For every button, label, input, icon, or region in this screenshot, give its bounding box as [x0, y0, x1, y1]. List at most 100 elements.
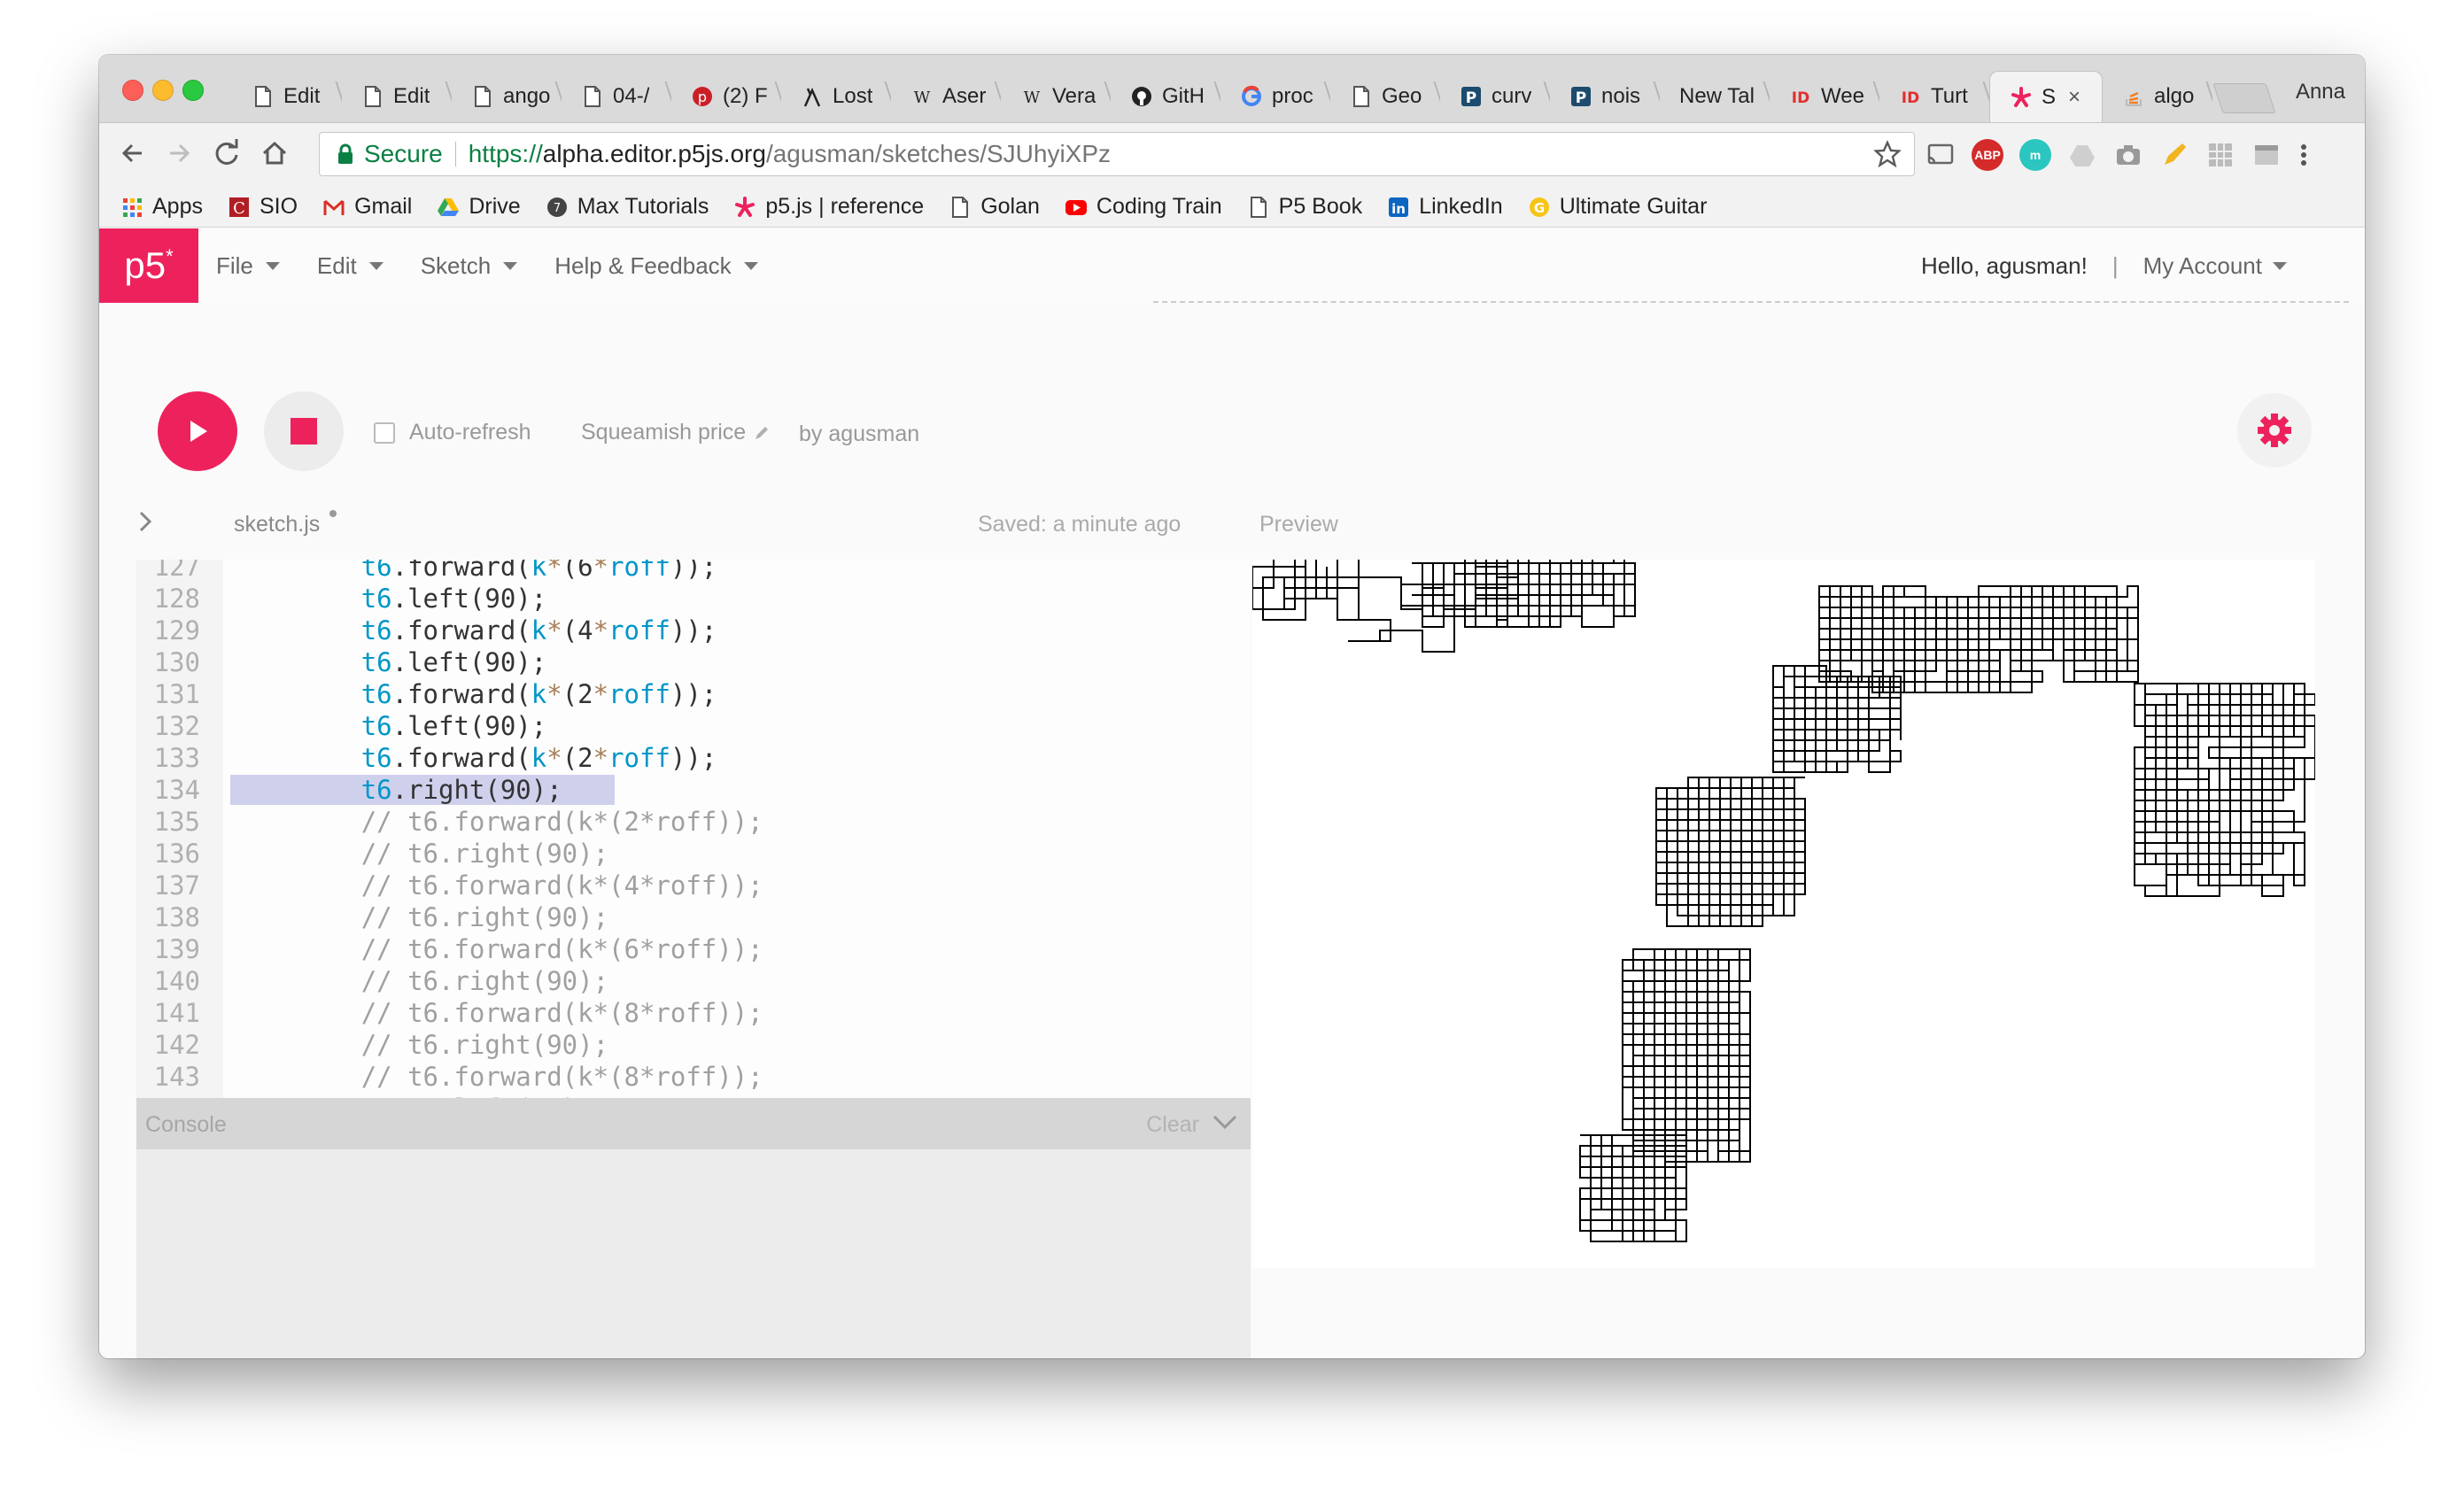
code-editor[interactable]: 127 t6.forward(k*(6*roff)); 128 t6.left(9…	[136, 560, 1251, 1151]
window-ext-icon[interactable]	[2251, 140, 2282, 170]
tab[interactable]: Geo	[1330, 71, 1440, 122]
mercury-icon[interactable]: m	[2019, 139, 2051, 171]
sketch-author: by agusman	[799, 421, 920, 446]
line-number: 133	[153, 743, 200, 773]
tab[interactable]: proc	[1220, 71, 1330, 122]
lambda-icon	[803, 87, 821, 107]
code-text: t6.forward(k*(2*roff));	[360, 679, 717, 709]
bookmark-item[interactable]: Drive	[437, 194, 521, 220]
grid-ext-icon[interactable]	[2205, 140, 2235, 170]
bookmark-star-icon[interactable]	[1873, 140, 1902, 168]
p5-asterisk-icon	[735, 196, 755, 217]
p5-logo[interactable]: p5 *	[99, 228, 198, 303]
tab[interactable]: Edit	[232, 71, 342, 122]
chevron-right-icon[interactable]	[136, 508, 154, 535]
tab[interactable]: ID Wee	[1770, 71, 1879, 122]
kebab-menu-icon[interactable]	[2297, 140, 2310, 170]
cast-icon[interactable]	[1925, 140, 1956, 170]
bookmark-item[interactable]: 7 Max Tutorials	[546, 194, 709, 220]
address-bar[interactable]: Secure https:// alpha.editor.p5js.org /a…	[319, 132, 1915, 176]
drive-ext-icon[interactable]	[2067, 140, 2097, 170]
bookmark-item[interactable]: G Ultimate Guitar	[1528, 194, 1707, 220]
tab[interactable]: Edit	[342, 71, 452, 122]
doc-icon	[585, 86, 601, 107]
tab[interactable]: Lost	[781, 71, 891, 122]
sketch-name[interactable]: Squeamish price	[581, 420, 771, 445]
p5-menu: File Edit Sketch Help & Feedback	[216, 228, 758, 303]
tab-label: GitH	[1162, 84, 1205, 108]
file-tab[interactable]: sketch.js	[234, 512, 320, 537]
tab[interactable]: ID Turt	[1879, 71, 1989, 122]
tab[interactable]: Pnois	[1550, 71, 1660, 122]
turtle-path	[2134, 683, 2315, 897]
bookmark-item[interactable]: Gmail	[322, 194, 412, 220]
close-tab-icon[interactable]: ×	[2068, 85, 2080, 110]
tab[interactable]: ango	[452, 71, 562, 122]
bookmark-item[interactable]: in LinkedIn	[1387, 194, 1503, 220]
back-arrow-icon[interactable]	[115, 135, 151, 171]
bookmark-icon-wrap	[733, 196, 756, 219]
code-text: t6.right(90);	[360, 775, 562, 805]
preview-canvas[interactable]	[1252, 560, 2315, 1268]
play-button[interactable]	[158, 391, 237, 471]
processing-icon: P	[1571, 87, 1591, 107]
home-icon[interactable]	[257, 135, 292, 171]
tab[interactable]: GitH	[1111, 71, 1220, 122]
forward-arrow-icon[interactable]	[161, 135, 197, 171]
new-tab-button[interactable]	[2212, 83, 2276, 113]
doc-icon	[1353, 86, 1369, 107]
auto-refresh-checkbox[interactable]	[374, 421, 395, 444]
console-header[interactable]: Console Clear	[136, 1098, 1251, 1149]
tab-icon-wrap: ID	[1899, 85, 1922, 108]
tab[interactable]: p (2) F	[671, 71, 781, 122]
bookmark-icon-wrap	[120, 196, 143, 219]
tab[interactable]: algo	[2103, 71, 2212, 122]
adblock-icon[interactable]: ABP	[1972, 139, 2003, 171]
linkedin-icon: in	[1389, 197, 1409, 217]
wikipedia-icon: W	[914, 89, 931, 107]
menu-label: File	[216, 251, 253, 279]
reload-icon[interactable]	[209, 135, 244, 171]
stop-button[interactable]	[264, 391, 344, 471]
tab[interactable]: W Vera	[1001, 71, 1111, 122]
bookmark-item[interactable]: Coding Train	[1065, 194, 1222, 220]
code-line: 133 t6.forward(k*(2*roff));	[136, 742, 1251, 774]
line-number: 139	[153, 934, 200, 964]
profile-name[interactable]: Anna	[2296, 80, 2345, 104]
my-account-menu[interactable]: My Account	[2143, 252, 2287, 280]
minimize-window-button[interactable]	[152, 80, 174, 101]
bookmark-item[interactable]: C SIO	[228, 194, 298, 220]
console-clear-button[interactable]: Clear	[1146, 1112, 1199, 1138]
menu-edit[interactable]: Edit	[317, 252, 384, 280]
pencil-icon[interactable]	[753, 424, 771, 442]
code-line: 127 t6.forward(k*(6*roff));	[136, 560, 1251, 583]
tab[interactable]: New Tal	[1660, 71, 1770, 122]
auto-refresh-toggle[interactable]: Auto-refresh	[374, 420, 531, 445]
camera-icon[interactable]	[2113, 140, 2143, 170]
bookmark-label: p5.js | reference	[765, 194, 925, 219]
bookmark-item[interactable]: p5.js | reference	[733, 194, 924, 220]
bookmark-item[interactable]: Apps	[120, 194, 203, 220]
my-account-label: My Account	[2142, 251, 2262, 279]
menu-sketch[interactable]: Sketch	[421, 252, 518, 280]
settings-button[interactable]	[2237, 393, 2312, 468]
address-separator	[454, 142, 456, 166]
tab-icon-wrap	[1350, 85, 1373, 108]
pencil-ext-icon[interactable]	[2159, 140, 2189, 170]
bookmark-item[interactable]: Golan	[949, 194, 1040, 220]
maximize-window-button[interactable]	[182, 80, 204, 101]
code-line: 137 // t6.forward(k*(4*roff));	[136, 870, 1251, 901]
chevron-down-icon[interactable]	[1210, 1107, 1240, 1137]
bookmark-item[interactable]: P5 Book	[1247, 194, 1362, 220]
menu-help-feedback[interactable]: Help & Feedback	[554, 252, 758, 280]
tab-icon-wrap	[361, 85, 384, 108]
line-number: 140	[153, 966, 200, 996]
code-text: t6.left(90);	[360, 584, 547, 614]
tab[interactable]: 04-/	[562, 71, 671, 122]
tab[interactable]: Pcurv	[1440, 71, 1550, 122]
menu-file[interactable]: File	[216, 252, 280, 280]
tab[interactable]: W Aser	[891, 71, 1001, 122]
tab-icon-wrap	[801, 85, 824, 108]
close-window-button[interactable]	[122, 80, 143, 101]
tab-active[interactable]: S ×	[1989, 71, 2103, 122]
